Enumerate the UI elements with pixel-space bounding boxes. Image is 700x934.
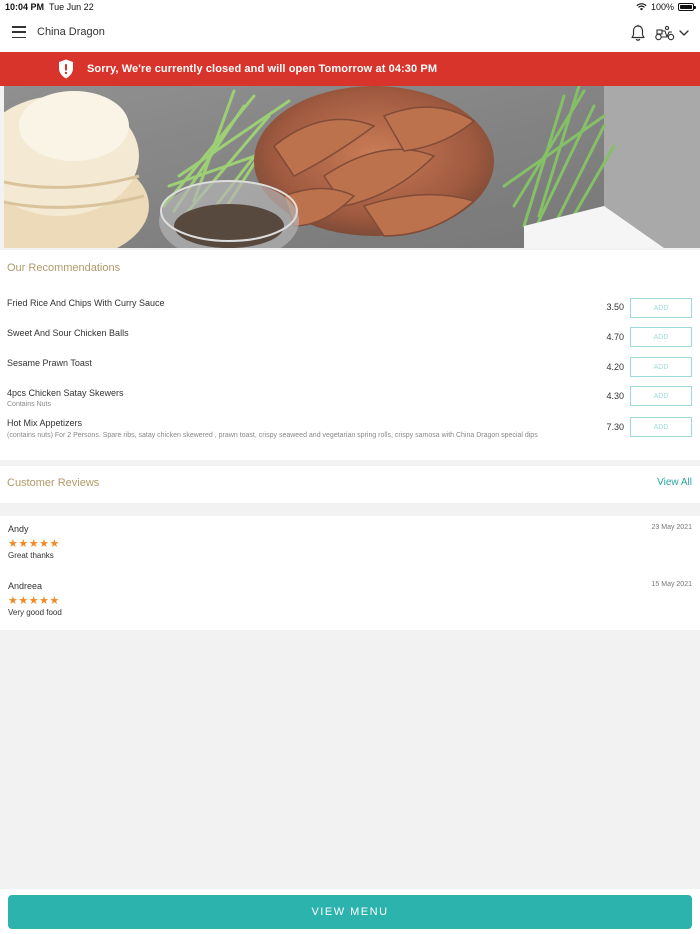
item-name: Sesame Prawn Toast <box>7 358 92 368</box>
item-description: Contains Nuts <box>7 401 51 408</box>
status-bar: 10:04 PM Tue Jun 22 100% <box>0 0 700 14</box>
battery-percent: 100% <box>650 2 674 12</box>
item-price: 3.50 <box>606 302 624 312</box>
review-item: Andreea 15 May 2021 ★★★★★ Very good food <box>0 581 700 631</box>
item-name: Sweet And Sour Chicken Balls <box>7 328 129 338</box>
item-price: 7.30 <box>606 422 624 432</box>
view-menu-button[interactable]: VIEW MENU <box>8 895 692 929</box>
reviews-header: Customer Reviews View All <box>0 466 700 503</box>
hero-food-image <box>4 86 700 248</box>
add-button[interactable]: ADD <box>630 417 692 437</box>
item-name: 4pcs Chicken Satay Skewers <box>7 388 124 398</box>
item-name: Hot Mix Appetizers <box>7 418 83 428</box>
review-date: 23 May 2021 <box>651 524 692 531</box>
chevron-down-icon[interactable] <box>678 27 690 39</box>
app-header: China Dragon <box>0 14 700 52</box>
item-description: (contains nuts) For 2 Persons. Spare rib… <box>7 432 538 439</box>
restaurant-name: China Dragon <box>37 26 105 38</box>
status-date: Tue Jun 22 <box>49 2 94 12</box>
reviews-list: Andy 23 May 2021 ★★★★★ Great thanks Andr… <box>0 516 700 630</box>
review-item: Andy 23 May 2021 ★★★★★ Great thanks <box>0 524 700 574</box>
review-text: Great thanks <box>8 551 54 560</box>
recommendations-section: Our Recommendations Fried Rice And Chips… <box>0 250 700 460</box>
star-rating: ★★★★★ <box>8 595 60 607</box>
item-name: Fried Rice And Chips With Curry Sauce <box>7 298 165 308</box>
item-price: 4.30 <box>606 391 624 401</box>
reviewer-name: Andy <box>8 524 29 534</box>
delivery-scooter-icon[interactable] <box>654 25 676 41</box>
closed-message: Sorry, We're currently closed and will o… <box>87 63 438 75</box>
recommendations-title: Our Recommendations <box>7 262 121 274</box>
star-rating: ★★★★★ <box>8 538 60 550</box>
bell-icon[interactable] <box>630 24 646 42</box>
battery-icon <box>678 3 696 11</box>
menu-icon[interactable] <box>12 26 26 38</box>
review-text: Very good food <box>8 608 62 617</box>
wifi-icon <box>636 3 647 11</box>
status-right: 100% <box>636 2 696 12</box>
add-button[interactable]: ADD <box>630 386 692 406</box>
view-all-link[interactable]: View All <box>657 477 692 488</box>
bottom-bar: VIEW MENU <box>0 889 700 934</box>
review-date: 15 May 2021 <box>651 581 692 588</box>
add-button[interactable]: ADD <box>630 298 692 318</box>
add-button[interactable]: ADD <box>630 357 692 377</box>
status-time: 10:04 PM <box>5 2 45 12</box>
item-price: 4.70 <box>606 332 624 342</box>
closed-banner: Sorry, We're currently closed and will o… <box>0 52 700 86</box>
add-button[interactable]: ADD <box>630 327 692 347</box>
item-price: 4.20 <box>606 362 624 372</box>
reviewer-name: Andreea <box>8 581 43 591</box>
reviews-title: Customer Reviews <box>7 477 100 489</box>
shield-alert-icon <box>59 59 73 79</box>
